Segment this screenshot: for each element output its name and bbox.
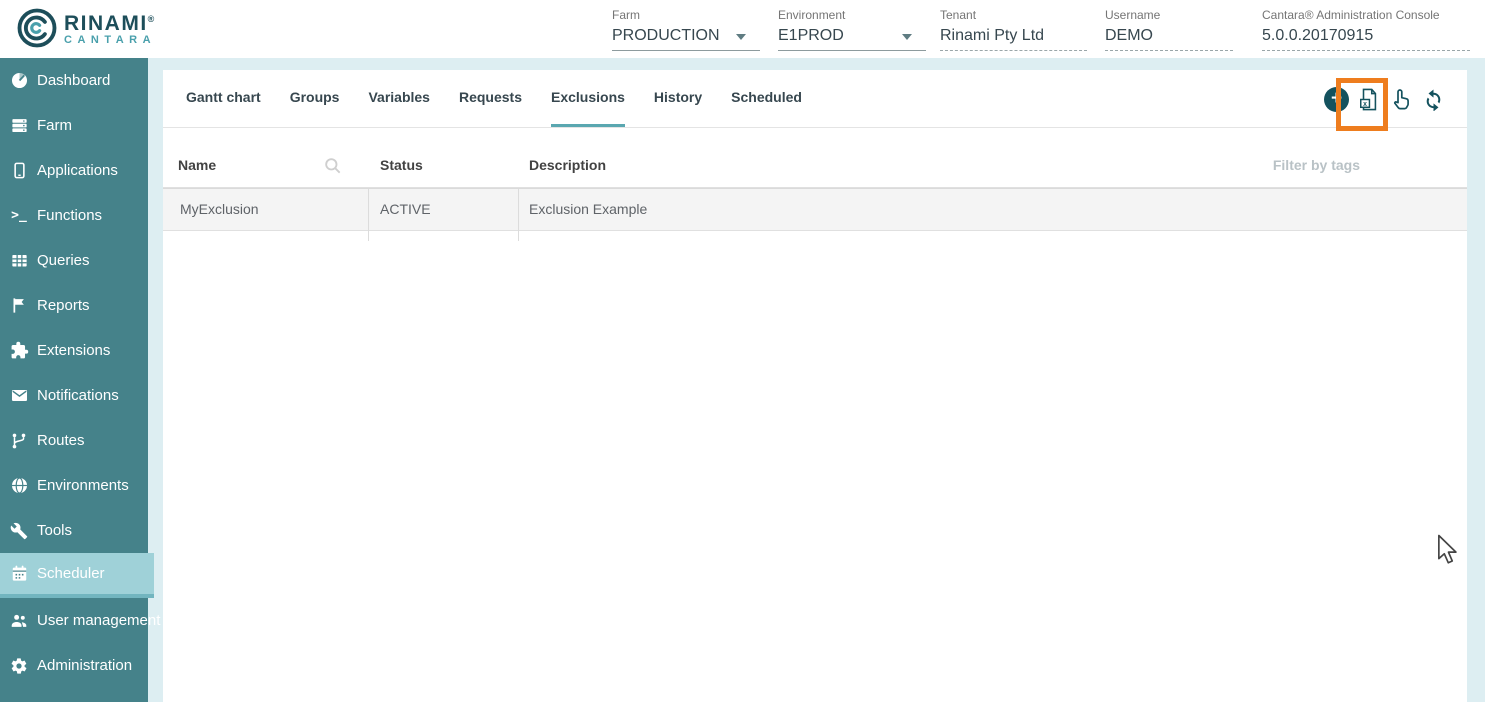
column-divider	[518, 189, 519, 241]
touch-select-icon	[1389, 87, 1413, 112]
table-header: Name Status Description Filter by tags	[163, 128, 1467, 188]
sidebar-item-label: Extensions	[37, 342, 110, 359]
sidebar-item-label: Applications	[37, 162, 118, 179]
tools-wrench-icon	[8, 521, 30, 541]
page: RINAMI® CANTARA Farm PRODUCTION Environm…	[0, 0, 1485, 702]
sidebar-item-applications[interactable]: Applications	[0, 148, 148, 193]
column-header-status[interactable]: Status	[380, 157, 423, 173]
tab-requests[interactable]: Requests	[459, 70, 522, 127]
sidebar-item-label: Scheduler	[37, 565, 105, 582]
farm-select[interactable]: Farm PRODUCTION	[612, 8, 760, 51]
toolbar: + x	[1324, 70, 1445, 128]
tab-scheduled[interactable]: Scheduled	[731, 70, 802, 127]
logo-name: RINAMI®	[64, 9, 156, 34]
console-version-field[interactable]: Cantara® Administration Console 5.0.0.20…	[1262, 8, 1470, 51]
tab-groups[interactable]: Groups	[290, 70, 340, 127]
cell-name: MyExclusion	[180, 189, 259, 230]
username-value: DEMO	[1105, 27, 1153, 44]
tab-exclusions[interactable]: Exclusions	[551, 70, 625, 127]
refresh-icon	[1422, 88, 1445, 111]
tenant-label: Tenant	[940, 8, 1087, 22]
sidebar-item-queries[interactable]: Queries	[0, 238, 148, 283]
farm-label: Farm	[612, 8, 760, 22]
console-version-value: 5.0.0.20170915	[1262, 27, 1373, 44]
add-button[interactable]: +	[1324, 87, 1349, 112]
content-card: Gantt chart Groups Variables Requests Ex…	[163, 70, 1467, 702]
sidebar-item-label: Queries	[37, 252, 90, 269]
scheduler-calendar-icon	[8, 564, 30, 584]
touch-select-button[interactable]	[1389, 87, 1413, 112]
sidebar-item-label: Farm	[37, 117, 72, 134]
sidebar: Dashboard Farm Applications >_	[0, 58, 148, 702]
sidebar-item-administration[interactable]: Administration	[0, 643, 148, 688]
console-version-label: Cantara® Administration Console	[1262, 8, 1470, 22]
logo-text: RINAMI® CANTARA	[64, 9, 156, 47]
add-icon: +	[1324, 87, 1349, 112]
sidebar-item-label: Reports	[37, 297, 90, 314]
sidebar-item-label: Notifications	[37, 387, 119, 404]
refresh-button[interactable]	[1422, 88, 1445, 111]
applications-icon	[8, 161, 30, 181]
table-row[interactable]: MyExclusion ACTIVE Exclusion Example	[163, 188, 1467, 231]
sidebar-item-label: Environments	[37, 477, 129, 494]
reports-flag-icon	[8, 296, 30, 316]
rinami-logo-icon	[16, 7, 58, 49]
sidebar-item-functions[interactable]: >_ Functions	[0, 193, 148, 238]
sidebar-item-label: Administration	[37, 657, 132, 674]
chevron-down-icon[interactable]	[902, 34, 912, 40]
sidebar-item-label: Dashboard	[37, 72, 110, 89]
column-header-name[interactable]: Name	[178, 157, 216, 173]
sidebar-item-dashboard[interactable]: Dashboard	[0, 58, 148, 103]
search-icon[interactable]	[323, 156, 343, 181]
username-label: Username	[1105, 8, 1233, 22]
svg-text:x: x	[1363, 100, 1367, 107]
registered-mark: ®	[148, 14, 156, 24]
column-divider	[368, 189, 369, 241]
sidebar-item-tools[interactable]: Tools	[0, 508, 148, 553]
column-header-description[interactable]: Description	[529, 157, 606, 173]
rinami-logo: RINAMI® CANTARA	[16, 7, 156, 49]
sidebar-item-label: Tools	[37, 522, 72, 539]
environments-globe-icon	[8, 476, 30, 496]
functions-terminal-icon: >_	[8, 206, 30, 226]
sidebar-item-label: Routes	[37, 432, 85, 449]
tenant-field[interactable]: Tenant Rinami Pty Ltd	[940, 8, 1087, 51]
dashboard-icon	[8, 71, 30, 91]
tab-bar: Gantt chart Groups Variables Requests Ex…	[163, 70, 1467, 128]
tab-history[interactable]: History	[654, 70, 702, 127]
username-field[interactable]: Username DEMO	[1105, 8, 1233, 51]
sidebar-item-user-management[interactable]: User management	[0, 598, 148, 643]
sidebar-item-environments[interactable]: Environments	[0, 463, 148, 508]
sidebar-item-routes[interactable]: Routes	[0, 418, 148, 463]
export-excel-icon: x	[1358, 87, 1380, 112]
sidebar-item-label: User management	[37, 612, 160, 629]
chevron-down-icon[interactable]	[736, 34, 746, 40]
queries-table-icon	[8, 251, 30, 271]
app-header: RINAMI® CANTARA Farm PRODUCTION Environm…	[0, 0, 1485, 58]
filter-by-tags-input[interactable]: Filter by tags	[1273, 157, 1360, 173]
user-management-icon	[8, 611, 30, 631]
routes-branch-icon	[8, 431, 30, 451]
sidebar-item-reports[interactable]: Reports	[0, 283, 148, 328]
tab-gantt-chart[interactable]: Gantt chart	[186, 70, 261, 127]
export-excel-button[interactable]: x	[1358, 87, 1380, 112]
tab-variables[interactable]: Variables	[368, 70, 430, 127]
logo-product: CANTARA	[64, 34, 156, 47]
environment-value: E1PROD	[778, 27, 844, 44]
cell-description: Exclusion Example	[529, 189, 647, 230]
environment-select[interactable]: Environment E1PROD	[778, 8, 926, 51]
sidebar-item-notifications[interactable]: Notifications	[0, 373, 148, 418]
tenant-value: Rinami Pty Ltd	[940, 27, 1044, 44]
farm-value: PRODUCTION	[612, 27, 720, 44]
farm-servers-icon	[8, 116, 30, 136]
environment-label: Environment	[778, 8, 926, 22]
sidebar-item-farm[interactable]: Farm	[0, 103, 148, 148]
administration-gear-icon	[8, 656, 30, 676]
sidebar-item-label: Functions	[37, 207, 102, 224]
cell-status: ACTIVE	[380, 189, 431, 230]
sidebar-item-scheduler[interactable]: Scheduler	[0, 553, 154, 598]
sidebar-item-extensions[interactable]: Extensions	[0, 328, 148, 373]
notifications-envelope-icon	[8, 386, 30, 406]
extensions-puzzle-icon	[8, 341, 30, 361]
